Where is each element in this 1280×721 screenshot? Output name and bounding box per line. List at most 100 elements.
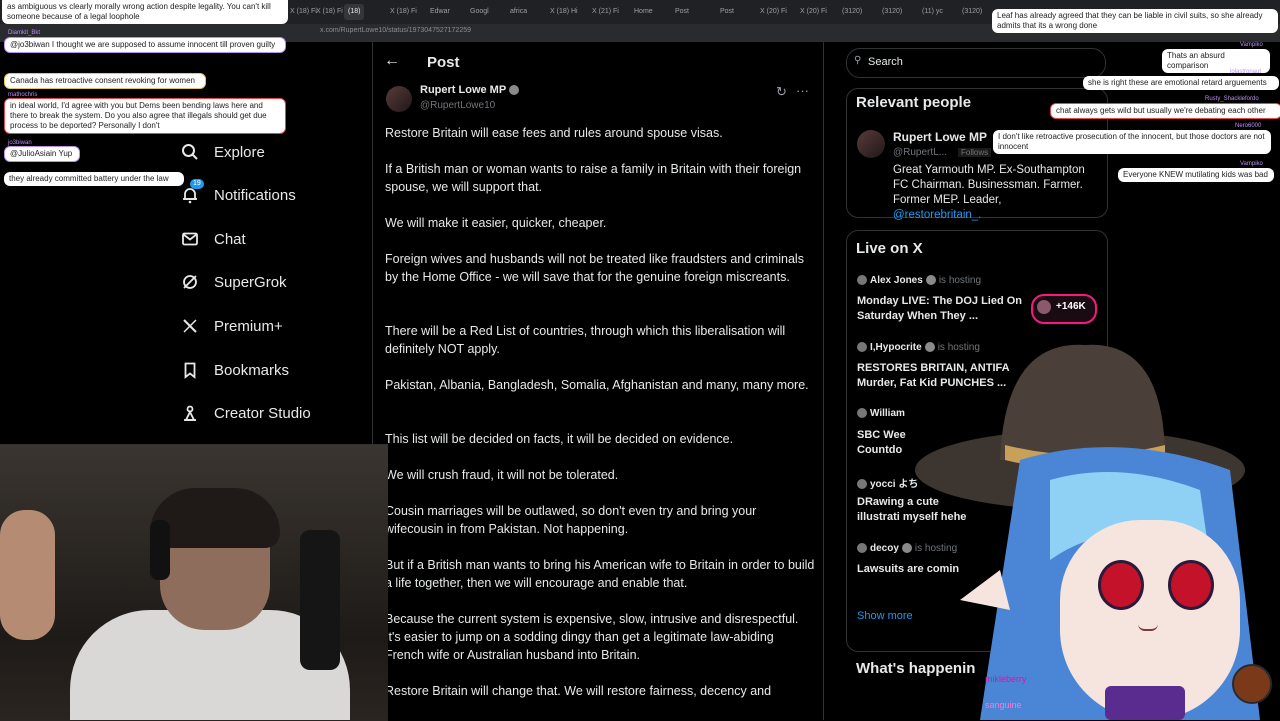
webcam-headset — [150, 520, 170, 580]
live-on-x-title: Live on X — [856, 240, 923, 257]
chat-username: Diamkit_Bkt — [8, 30, 41, 36]
browser-tab[interactable]: X (18) Hi — [550, 4, 578, 20]
verified-badge-icon — [509, 85, 520, 96]
post-paragraph: This list will be decided on facts, it w… — [385, 432, 734, 446]
browser-tab[interactable]: (3120) — [962, 4, 982, 20]
browser-tab[interactable]: X (21) Fi — [592, 4, 619, 20]
browser-tab[interactable]: X (20) Fi — [800, 4, 827, 20]
verified-badge-icon — [925, 275, 936, 286]
browser-tab[interactable]: (3120) — [882, 4, 902, 20]
nav-label: SuperGrok — [214, 273, 287, 291]
relevant-name[interactable]: Rupert Lowe MP — [893, 130, 987, 144]
more-options-icon[interactable]: ··· — [796, 83, 809, 98]
post-paragraph: Foreign wives and husbands will not be t… — [385, 252, 804, 284]
webcam-microphone — [300, 530, 340, 670]
viewer-avatar — [1037, 300, 1051, 314]
browser-tab[interactable]: Googl — [470, 4, 489, 20]
show-more-link[interactable]: Show more — [857, 610, 913, 622]
browser-tab[interactable]: Post — [720, 4, 734, 20]
chat-username: Vampiko — [1240, 42, 1263, 48]
author-name[interactable]: Rupert Lowe MP — [420, 84, 520, 96]
follows-you-badge: Follows — [958, 148, 992, 157]
post-paragraph: We will make it easier, quicker, cheaper… — [385, 216, 607, 230]
relevant-avatar[interactable] — [857, 130, 885, 158]
chat-message: Canada has retroactive consent revoking … — [4, 73, 206, 89]
chat-username: lolastronaut — [1230, 69, 1262, 75]
host-avatar — [857, 342, 867, 353]
post-paragraph: Cousin marriages will be outlawed, so do… — [385, 504, 757, 536]
live-title[interactable]: Lawsuits are comin — [857, 562, 967, 577]
post-paragraph: There will be a Red List of countries, t… — [385, 324, 786, 356]
search-icon: ⚲ — [854, 55, 862, 66]
host-avatar — [857, 408, 867, 419]
post-paragraph: But if a British man wants to bring his … — [385, 558, 815, 590]
live-title[interactable]: SBC Wee Countdo — [857, 428, 917, 458]
browser-tab[interactable]: (3120) — [842, 4, 862, 20]
chat-message: as ambiguous vs clearly morally wrong ac… — [2, 0, 288, 24]
browser-tab[interactable]: Home — [634, 4, 653, 20]
bio-link[interactable]: @restorebritain_. — [893, 209, 981, 221]
bio-text: Great Yarmouth MP. Ex-Southampton FC Cha… — [893, 164, 1085, 206]
browser-tab[interactable]: Edwar — [430, 4, 450, 20]
live-host[interactable]: decoy is hosting — [857, 543, 957, 554]
chat-message: in ideal world, I'd agree with you but D… — [4, 98, 286, 134]
nav-label: Chat — [214, 230, 246, 248]
live-host[interactable]: William — [857, 408, 905, 419]
browser-tab[interactable]: africa — [510, 4, 527, 20]
chat-message: @jo3biwan I thought we are supposed to a… — [4, 37, 286, 53]
browser-tab[interactable]: X (20) Fi — [760, 4, 787, 20]
host-avatar — [857, 543, 867, 554]
mail-icon — [180, 229, 200, 249]
bookmark-icon — [180, 360, 200, 380]
chat-message: she is right these are emotional retard … — [1083, 76, 1279, 90]
post-paragraph: We will crush fraud, it will not be tole… — [385, 468, 619, 482]
post-paragraph: Pakistan, Albania, Bangladesh, Somalia, … — [385, 378, 809, 392]
browser-tab[interactable]: X (18) Fi — [390, 4, 417, 20]
chat-username: Vampiko — [1240, 161, 1263, 167]
x-logo-icon — [180, 316, 200, 336]
verified-badge-icon — [901, 543, 912, 554]
nav-label: Premium+ — [214, 317, 283, 335]
nav-notifications[interactable]: 19 Notifications — [180, 179, 296, 210]
post-paragraph: If a British man or woman wants to raise… — [385, 162, 802, 194]
search-placeholder: Search — [868, 56, 903, 68]
nav-label: Creator Studio — [214, 404, 311, 422]
notification-badge: 19 — [190, 179, 204, 189]
viewer-count: +146K — [1056, 301, 1086, 312]
author-avatar[interactable] — [386, 86, 412, 112]
chat-message: Everyone KNEW mutilating kids was bad — [1118, 168, 1274, 182]
host-name: William — [870, 408, 905, 419]
nav-creator-studio[interactable]: Creator Studio — [180, 398, 311, 428]
author-name-text: Rupert Lowe MP — [420, 84, 507, 96]
live-host[interactable]: Alex Jones is hosting — [857, 275, 981, 286]
grok-analyze-icon[interactable]: ↻ — [776, 84, 787, 100]
page-title: Post — [427, 54, 460, 71]
chat-message: @JulioAsiain Yup — [4, 146, 80, 162]
relevant-handle[interactable]: @RupertL... — [893, 147, 947, 158]
whats-happening-title: What's happenin — [856, 660, 976, 677]
host-avatar — [857, 275, 867, 286]
nav-bookmarks[interactable]: Bookmarks — [180, 355, 289, 385]
nav-supergrok[interactable]: SuperGrok — [180, 267, 287, 297]
host-name: Alex Jones — [870, 275, 923, 286]
nav-explore[interactable]: Explore — [180, 137, 265, 167]
browser-tab[interactable]: X (18) Fi — [290, 4, 317, 20]
author-handle[interactable]: @RupertLowe10 — [420, 100, 495, 111]
chat-message: they already committed battery under the… — [4, 172, 184, 186]
nav-label: Explore — [214, 143, 265, 161]
chat-username: Rusty_Shacklefordo — [1205, 96, 1259, 102]
nav-premium[interactable]: Premium+ — [180, 311, 283, 341]
browser-tab[interactable]: X (18) Fi — [316, 4, 343, 20]
grok-icon — [180, 272, 200, 292]
browser-tab[interactable]: (11) yc — [922, 4, 943, 20]
chat-message: I don't like retroactive prosecution of … — [993, 130, 1271, 154]
corner-avatar — [1232, 664, 1272, 704]
vtuber-right-eye — [1168, 560, 1214, 610]
chat-message: Leaf has already agreed that they can be… — [992, 9, 1278, 33]
chat-username: mikleberry — [985, 674, 1027, 684]
nav-chat[interactable]: Chat — [180, 224, 246, 254]
back-arrow-icon[interactable]: ← — [384, 52, 400, 70]
chat-message: chat always gets wild but usually we're … — [1050, 103, 1280, 119]
browser-tab-active[interactable]: (18) — [344, 4, 365, 20]
browser-tab[interactable]: Post — [675, 4, 689, 20]
